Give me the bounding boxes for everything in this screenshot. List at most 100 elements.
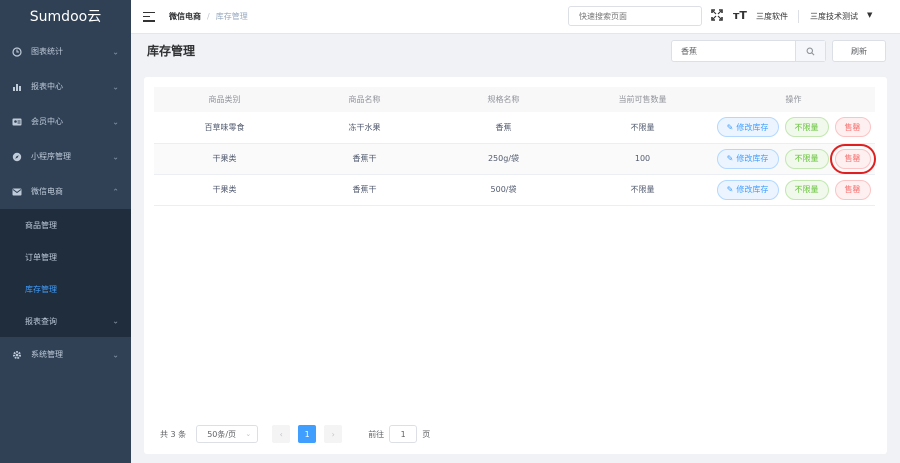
edit-icon: ✎	[726, 154, 734, 163]
page-title: 库存管理	[147, 44, 196, 58]
chevron-down-icon: ⌄	[112, 117, 119, 126]
chevron-down-icon: ⌄	[112, 350, 119, 359]
column-header: 规格名称	[434, 87, 573, 112]
page-size-select[interactable]: 50条/页 ⌄	[196, 425, 259, 443]
submenu-item-inventory[interactable]: 库存管理	[0, 273, 131, 305]
fullscreen-icon[interactable]	[711, 9, 723, 24]
search-button[interactable]	[795, 41, 825, 61]
sidebar-item-miniprogram[interactable]: 小程序管理 ⌄	[0, 139, 131, 174]
set-unlimited-button[interactable]: 不限量	[784, 117, 829, 138]
sold-out-button[interactable]: 售罄	[834, 179, 871, 200]
page-size-value: 50条/页	[207, 429, 237, 439]
sidebar-item-label: 小程序管理	[31, 152, 71, 161]
cell-actions: ✎ 修改库存 不限量 售罄	[712, 112, 875, 144]
search-input[interactable]	[672, 41, 795, 61]
prev-page-button[interactable]: ‹	[272, 425, 291, 443]
submenu-item-label: 订单管理	[25, 252, 57, 262]
chevron-down-icon: ⌄	[112, 152, 119, 161]
column-header: 商品名称	[295, 87, 434, 112]
sidebar-item-members[interactable]: 会员中心 ⌄	[0, 104, 131, 139]
button-label: 修改库存	[736, 154, 769, 163]
quick-search-input[interactable]	[568, 6, 702, 26]
cell-category: 干果类	[154, 174, 295, 206]
clock-icon	[11, 46, 23, 58]
user-menu[interactable]: 三度技术测试	[810, 11, 858, 22]
sidebar-item-wechat-shop[interactable]: 微信电商 ⌃	[0, 174, 131, 209]
app-logo: Sumdoo云	[29, 9, 102, 25]
submenu-item-label: 商品管理	[25, 220, 57, 230]
font-size-icon[interactable]: тT	[733, 9, 747, 22]
submenu-item-orders[interactable]: 订单管理	[0, 241, 131, 273]
column-header: 商品类别	[154, 87, 295, 112]
next-page-button[interactable]: ›	[324, 425, 343, 443]
chevron-down-icon: ⌄	[112, 316, 119, 326]
cell-name: 香蕉干	[295, 174, 434, 206]
caret-down-icon[interactable]: ▼	[867, 11, 872, 19]
cell-qty: 不限量	[573, 174, 712, 206]
menu-toggle-icon[interactable]	[143, 11, 155, 22]
submenu-item-report-query[interactable]: 报表查询 ⌄	[0, 305, 131, 337]
goto-page-input[interactable]	[389, 425, 418, 443]
divider	[798, 10, 799, 23]
sidebar-item-label: 会员中心	[31, 117, 63, 126]
goto-label: 前往	[368, 429, 385, 439]
refresh-button[interactable]: 刷新	[832, 40, 886, 62]
breadcrumb-item-current: 库存管理	[215, 12, 248, 21]
sidebar-item-label: 系统管理	[31, 350, 63, 359]
cell-qty: 不限量	[573, 112, 712, 144]
table-row: 百草味零食 冻干水果 香蕉 不限量 ✎ 修改库存 不限量 售罄	[154, 112, 875, 144]
cell-spec: 250g/袋	[434, 143, 573, 175]
table-row: 干果类 香蕉干 250g/袋 100 ✎ 修改库存 不限量 售罄	[154, 143, 876, 175]
set-unlimited-button[interactable]: 不限量	[784, 179, 829, 200]
cell-spec: 500/袋	[434, 174, 573, 206]
edit-stock-button[interactable]: ✎ 修改库存	[716, 117, 779, 138]
mail-icon	[11, 186, 23, 198]
cell-qty: 100	[573, 143, 712, 175]
submenu-wechat-shop: 商品管理 订单管理 库存管理 报表查询 ⌄	[0, 209, 131, 337]
sidebar-item-system[interactable]: 系统管理 ⌄	[0, 337, 131, 372]
total-count: 共 3 条	[160, 429, 187, 439]
cell-spec: 香蕉	[434, 112, 573, 144]
inventory-card: 商品类别 商品名称 规格名称 当前可售数量 操作 百草味零食 冻干水果 香蕉 不…	[144, 77, 887, 454]
sidebar-item-reports[interactable]: 报表中心 ⌄	[0, 69, 131, 104]
cell-actions: ✎ 修改库存 不限量 售罄	[712, 174, 875, 206]
chevron-down-icon: ⌄	[112, 47, 119, 56]
cell-name: 香蕉干	[295, 143, 434, 175]
edit-icon: ✎	[726, 122, 734, 132]
table-header-row: 商品类别 商品名称 规格名称 当前可售数量 操作	[154, 87, 875, 112]
set-unlimited-button[interactable]: 不限量	[784, 148, 829, 169]
search-icon	[806, 47, 815, 55]
column-header: 当前可售数量	[573, 87, 712, 112]
sidebar-item-label: 微信电商	[31, 187, 63, 196]
breadcrumb-item[interactable]: 微信电商	[169, 11, 201, 22]
compass-icon	[11, 151, 23, 163]
chevron-down-icon: ⌄	[112, 82, 119, 91]
sold-out-button[interactable]: 售罄	[829, 143, 876, 174]
button-label: 修改库存	[736, 185, 769, 194]
inventory-table: 商品类别 商品名称 规格名称 当前可售数量 操作 百草味零食 冻干水果 香蕉 不…	[154, 87, 876, 206]
page-number-button[interactable]: 1	[298, 425, 317, 443]
column-header: 操作	[712, 87, 875, 112]
chevron-down-icon: ⌄	[245, 430, 252, 438]
sidebar-item-label: 报表中心	[31, 82, 63, 91]
submenu-item-products[interactable]: 商品管理	[0, 209, 131, 241]
button-label: 修改库存	[736, 122, 769, 132]
cell-category: 干果类	[154, 143, 295, 175]
breadcrumb: 微信电商 / 库存管理	[169, 11, 248, 22]
edit-stock-button[interactable]: ✎ 修改库存	[716, 148, 779, 169]
member-icon	[11, 116, 23, 128]
submenu-item-label: 报表查询	[25, 316, 57, 326]
sidebar-item-label: 图表统计	[31, 47, 63, 56]
sold-out-button[interactable]: 售罄	[834, 117, 871, 138]
top-bar: 微信电商 / 库存管理 тT 三度软件 三度技术测试 ▼	[131, 0, 900, 34]
submenu-item-label: 库存管理	[25, 284, 57, 294]
company-name[interactable]: 三度软件	[756, 11, 788, 22]
edit-stock-button[interactable]: ✎ 修改库存	[716, 179, 779, 200]
breadcrumb-separator: /	[207, 12, 210, 21]
sidebar-item-charts[interactable]: 图表统计 ⌄	[0, 34, 131, 69]
cell-category: 百草味零食	[154, 112, 295, 144]
cell-name: 冻干水果	[295, 112, 434, 144]
sidebar: Sumdoo云 图表统计 ⌄ 报表中心 ⌄ 会员中心 ⌄ 小程序管理 ⌄ 微信电…	[0, 0, 131, 463]
edit-icon: ✎	[726, 185, 734, 194]
gear-icon	[11, 349, 23, 361]
